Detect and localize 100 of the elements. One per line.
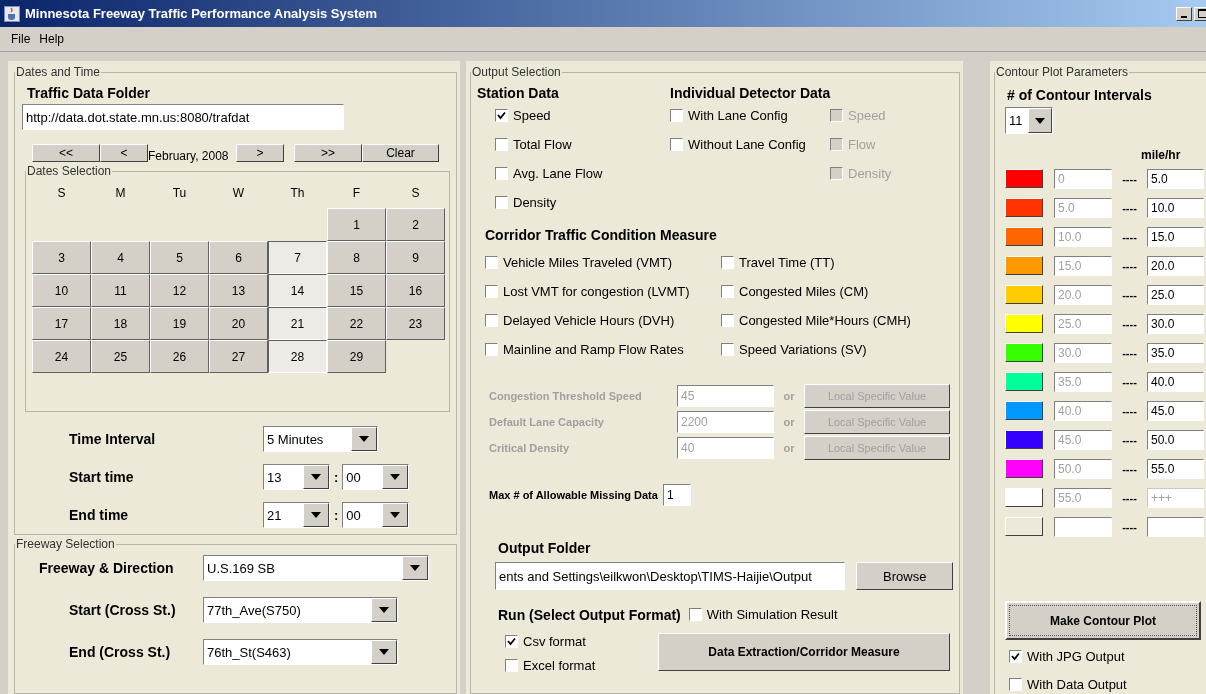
checkbox[interactable] xyxy=(670,138,683,151)
checkbox[interactable] xyxy=(1009,677,1022,691)
dropdown[interactable]: 5 Minutes xyxy=(263,426,378,452)
date-button[interactable]: 4 xyxy=(91,241,150,274)
text-field[interactable]: 50.0 xyxy=(1147,429,1204,450)
color-swatch[interactable] xyxy=(1005,256,1043,275)
date-button[interactable]: 13 xyxy=(209,274,268,307)
checkbox[interactable] xyxy=(721,285,734,298)
text-field[interactable]: 35.0 xyxy=(1147,342,1204,363)
dropdown-button[interactable] xyxy=(382,503,409,527)
text-field[interactable]: 40.0 xyxy=(1147,371,1204,392)
dropdown[interactable]: 77th_Ave(S750) xyxy=(203,597,398,623)
date-button[interactable]: 24 xyxy=(32,340,91,373)
checkbox[interactable] xyxy=(688,608,702,621)
date-button[interactable]: 17 xyxy=(32,307,91,340)
color-swatch[interactable] xyxy=(1005,401,1043,420)
checkbox[interactable] xyxy=(485,256,498,269)
menu-item[interactable]: File xyxy=(11,32,31,46)
dropdown[interactable]: U.S.169 SB xyxy=(203,555,429,581)
date-button[interactable]: 16 xyxy=(386,274,445,307)
dropdown-button[interactable] xyxy=(303,465,329,489)
date-button[interactable]: 27 xyxy=(209,340,268,373)
date-button[interactable]: 12 xyxy=(150,274,209,307)
checkbox[interactable] xyxy=(495,138,508,151)
dropdown[interactable]: 00 xyxy=(342,502,410,528)
text-field[interactable]: 25.0 xyxy=(1147,284,1204,305)
date-button[interactable]: 26 xyxy=(150,340,209,373)
color-swatch[interactable] xyxy=(1005,430,1043,449)
extract-button[interactable]: Data Extraction/Corridor Measure xyxy=(658,633,950,671)
color-swatch[interactable] xyxy=(1005,343,1043,362)
dropdown-button[interactable] xyxy=(351,427,377,451)
date-button[interactable]: 2 xyxy=(386,208,445,241)
checkbox[interactable] xyxy=(485,314,498,327)
date-button[interactable]: 1 xyxy=(327,208,386,241)
dropdown[interactable]: 21 xyxy=(263,502,330,528)
make-plot-button[interactable]: Make Contour Plot xyxy=(1005,601,1201,640)
checkbox[interactable] xyxy=(485,343,498,356)
date-button[interactable]: 20 xyxy=(209,307,268,340)
text-field[interactable] xyxy=(1054,516,1112,537)
date-button[interactable]: 5 xyxy=(150,241,209,274)
text-field[interactable]: 20.0 xyxy=(1147,255,1204,276)
dropdown-button[interactable] xyxy=(1028,108,1052,133)
text-field[interactable]: 1 xyxy=(662,484,691,506)
text-field[interactable]: 10.0 xyxy=(1147,197,1204,218)
text-field[interactable]: ents and Settings\eilkwon\Desktop\TIMS-Haijie\Output xyxy=(495,562,846,590)
color-swatch[interactable] xyxy=(1005,198,1043,217)
previous-year-button[interactable]: << xyxy=(32,144,100,162)
date-button[interactable]: 28 xyxy=(268,340,327,373)
minimize-button[interactable] xyxy=(1176,6,1192,21)
date-button[interactable]: 7 xyxy=(268,241,327,274)
checkbox[interactable] xyxy=(485,285,498,298)
dropdown-button[interactable] xyxy=(402,556,428,580)
next-year-button[interactable]: >> xyxy=(294,144,362,162)
date-button[interactable]: 25 xyxy=(91,340,150,373)
menu-item[interactable]: Help xyxy=(39,32,65,46)
checkbox[interactable] xyxy=(495,167,508,180)
dropdown-button[interactable] xyxy=(382,465,409,489)
date-button[interactable]: 29 xyxy=(327,340,386,373)
color-swatch[interactable] xyxy=(1005,227,1043,246)
checkbox[interactable] xyxy=(495,109,508,122)
checkbox[interactable] xyxy=(721,314,734,327)
dropdown[interactable]: 00 xyxy=(342,464,410,490)
previous-month-button[interactable]: < xyxy=(100,144,148,162)
date-button[interactable]: 22 xyxy=(327,307,386,340)
color-swatch[interactable] xyxy=(1005,459,1043,478)
dropdown-button[interactable] xyxy=(371,640,397,664)
date-button[interactable]: 23 xyxy=(386,307,445,340)
checkbox[interactable] xyxy=(721,343,734,356)
color-swatch[interactable] xyxy=(1005,169,1043,188)
checkbox[interactable] xyxy=(505,658,518,672)
text-field[interactable]: 15.0 xyxy=(1147,226,1204,247)
text-field[interactable]: 30.0 xyxy=(1147,313,1204,334)
dropdown[interactable]: 13 xyxy=(263,464,330,490)
color-swatch[interactable] xyxy=(1005,372,1043,391)
date-button[interactable]: 19 xyxy=(150,307,209,340)
dropdown-button[interactable] xyxy=(303,503,329,527)
date-button[interactable]: 11 xyxy=(91,274,150,307)
text-field[interactable]: 5.0 xyxy=(1147,168,1204,189)
color-swatch[interactable] xyxy=(1005,517,1043,536)
checkbox[interactable] xyxy=(721,256,734,269)
date-button[interactable]: 9 xyxy=(386,241,445,274)
text-field[interactable]: http://data.dot.state.mn.us:8080/trafdat xyxy=(22,104,344,130)
color-swatch[interactable] xyxy=(1005,314,1043,333)
text-field[interactable] xyxy=(1147,516,1204,537)
date-button[interactable]: 3 xyxy=(32,241,91,274)
checkbox[interactable] xyxy=(505,634,518,648)
color-swatch[interactable] xyxy=(1005,488,1043,507)
date-button[interactable]: 10 xyxy=(32,274,91,307)
checkbox[interactable] xyxy=(495,196,508,209)
maximize-button[interactable] xyxy=(1194,6,1206,21)
date-button[interactable]: 21 xyxy=(268,307,327,340)
clear-button[interactable]: Clear xyxy=(362,144,439,162)
date-button[interactable]: 15 xyxy=(327,274,386,307)
checkbox[interactable] xyxy=(670,109,683,122)
next-month-button[interactable]: > xyxy=(236,144,284,162)
date-button[interactable]: 18 xyxy=(91,307,150,340)
checkbox[interactable] xyxy=(1009,649,1022,663)
dropdown-button[interactable] xyxy=(371,598,397,622)
browse-button[interactable]: Browse xyxy=(856,562,953,590)
date-button[interactable]: 6 xyxy=(209,241,268,274)
